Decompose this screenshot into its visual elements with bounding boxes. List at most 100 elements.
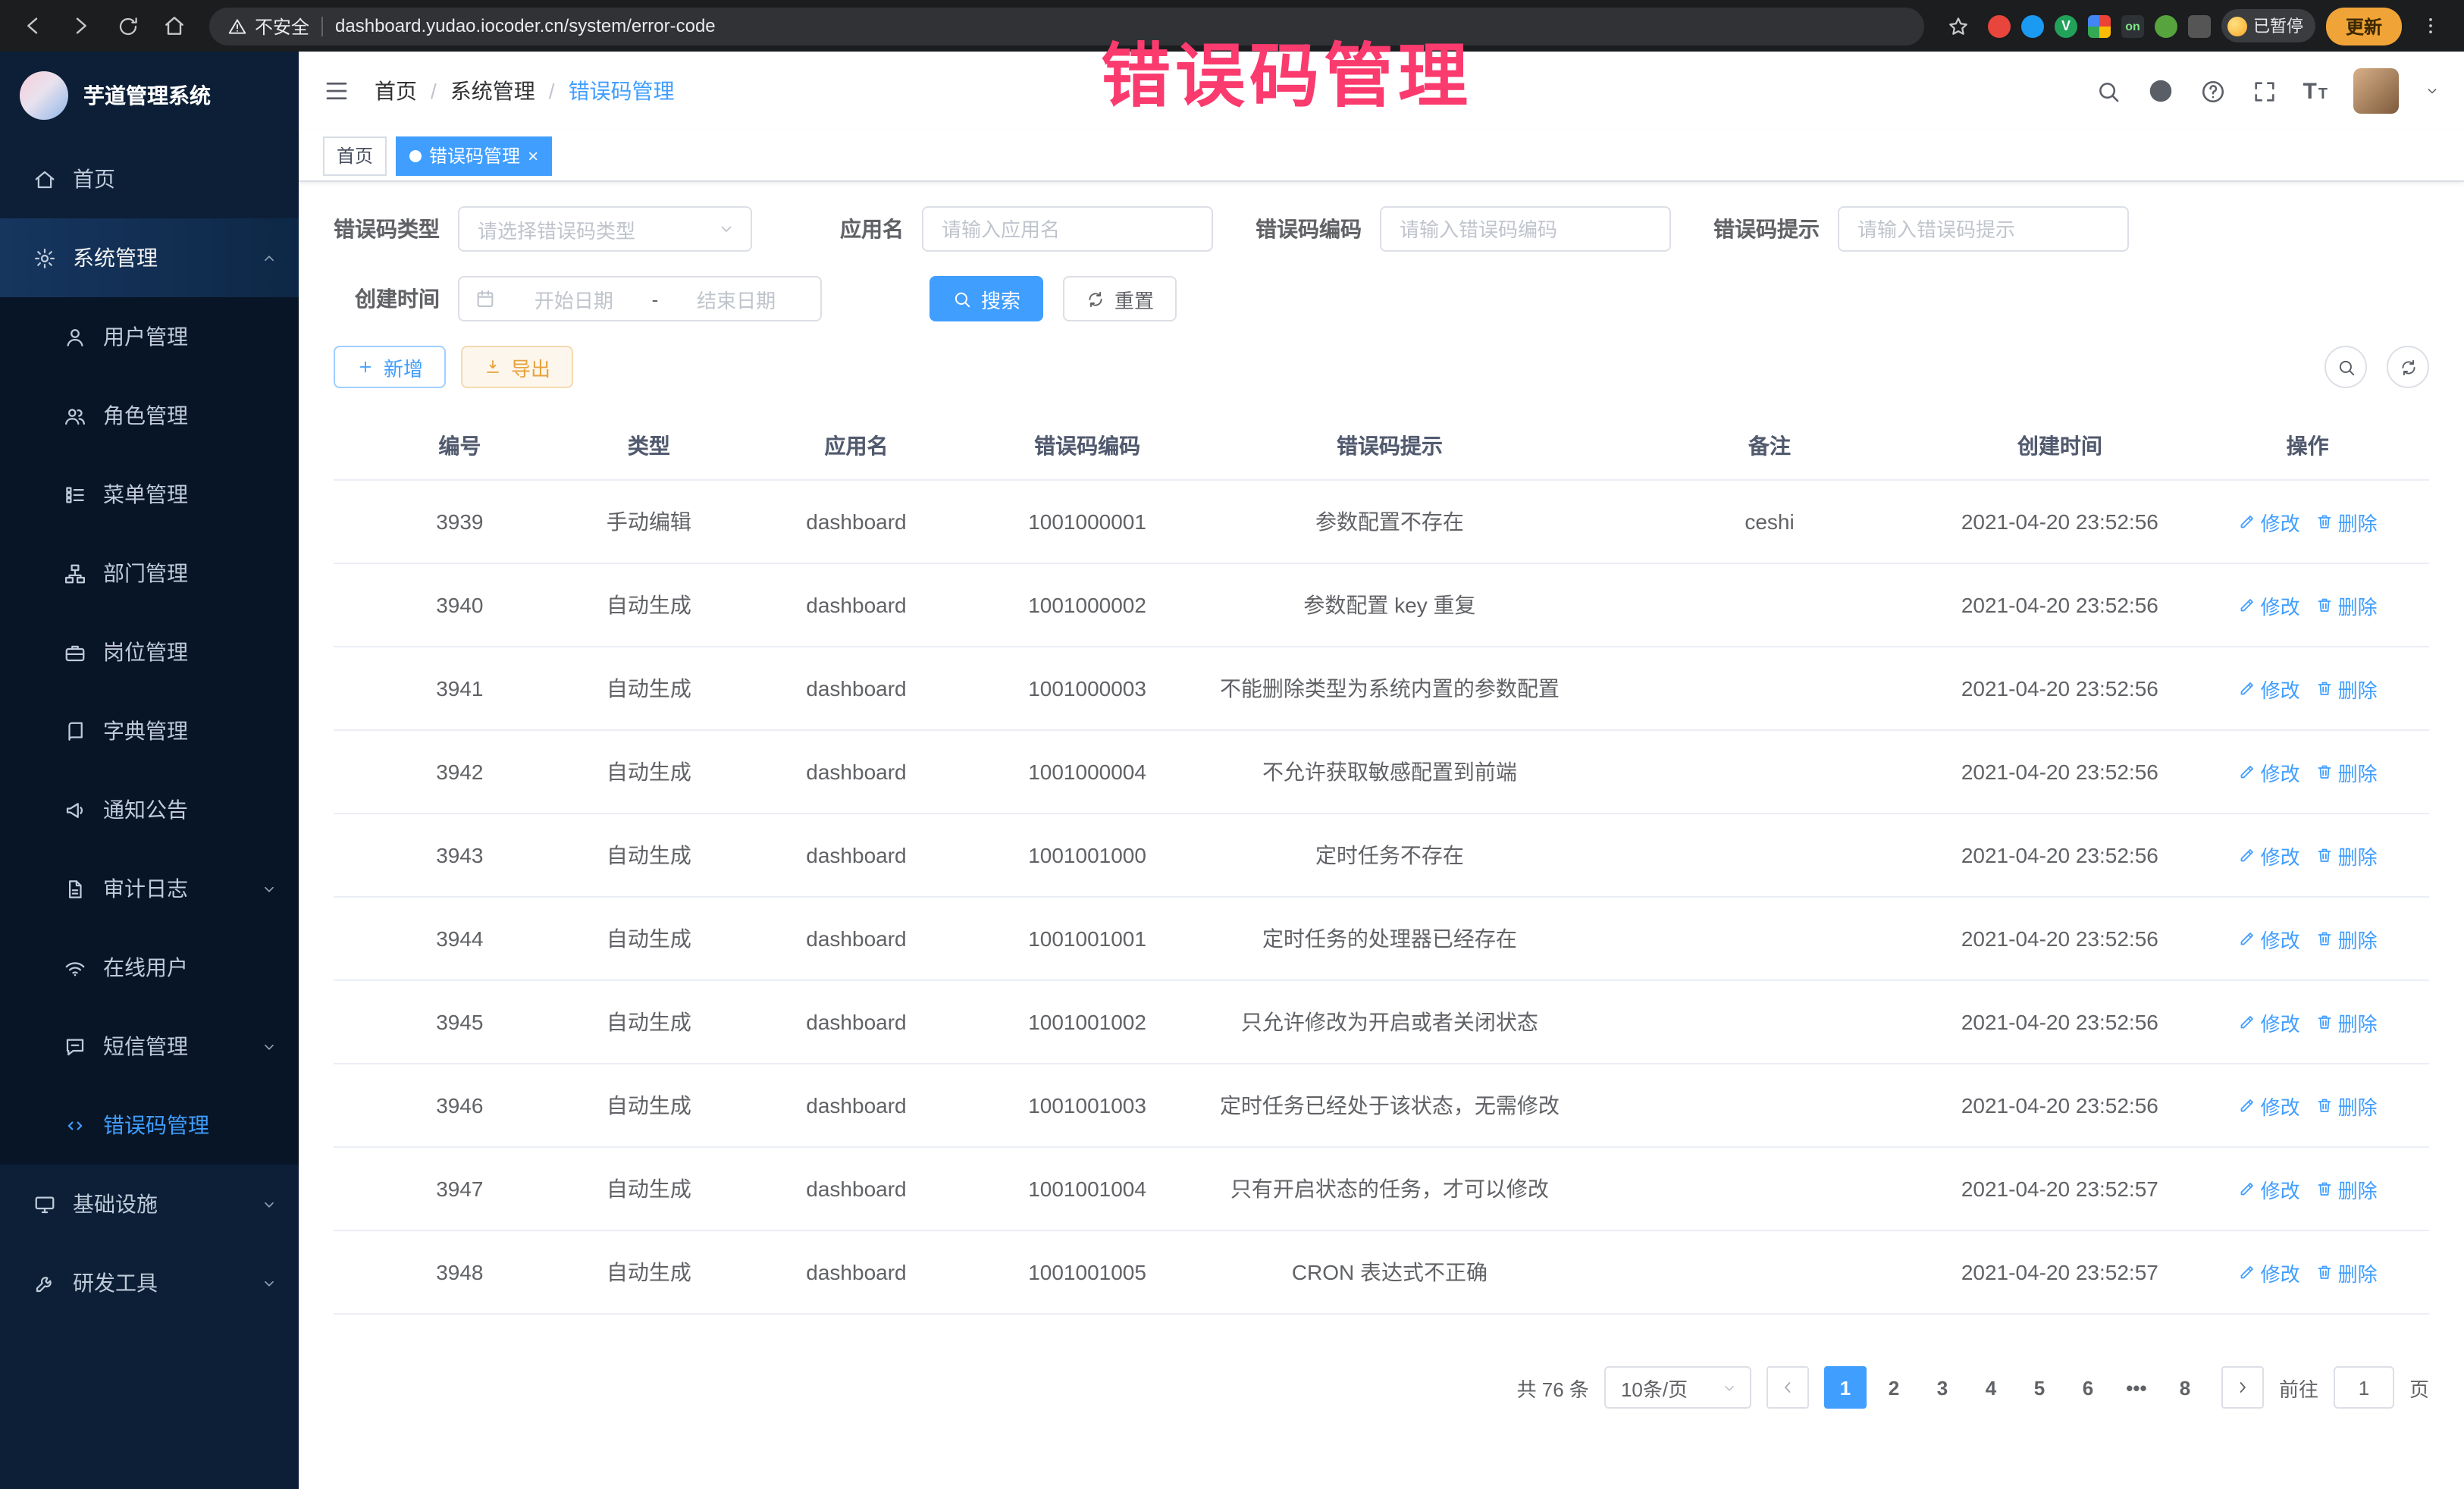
page-button-2[interactable]: 2	[1873, 1366, 1915, 1409]
error-msg-input[interactable]	[1838, 206, 2129, 252]
sidebar-item-briefcase[interactable]: 岗位管理	[0, 613, 299, 691]
edit-link[interactable]: 修改	[2238, 591, 2300, 619]
prev-page-button[interactable]	[1766, 1366, 1809, 1409]
tab-close-icon[interactable]: ×	[528, 146, 538, 165]
page-button-1[interactable]: 1	[1824, 1366, 1867, 1409]
page-button-4[interactable]: 4	[1970, 1366, 2012, 1409]
app-name-input[interactable]	[922, 206, 1213, 252]
sidebar-item-menu[interactable]: 菜单管理	[0, 455, 299, 534]
delete-link[interactable]: 删除	[2315, 1008, 2378, 1036]
cell-code: 1001001001	[1001, 897, 1174, 980]
extension-v-icon[interactable]: V	[2055, 14, 2077, 37]
page-button-3[interactable]: 3	[1921, 1366, 1964, 1409]
edit-link[interactable]: 修改	[2238, 674, 2300, 703]
help-icon[interactable]	[2199, 78, 2225, 104]
date-range-picker[interactable]: 开始日期 - 结束日期	[458, 276, 822, 321]
page-size-select[interactable]: 10条/页	[1604, 1366, 1751, 1409]
next-page-button[interactable]	[2221, 1366, 2264, 1409]
sidebar-item-book[interactable]: 字典管理	[0, 691, 299, 770]
edit-link[interactable]: 修改	[2238, 1091, 2300, 1120]
page-button-8[interactable]: 8	[2164, 1366, 2206, 1409]
delete-link[interactable]: 删除	[2315, 507, 2378, 536]
edit-link[interactable]: 修改	[2238, 1258, 2300, 1287]
delete-link[interactable]: 删除	[2315, 924, 2378, 953]
add-button[interactable]: 新增	[334, 346, 446, 388]
cell-type: 手动编辑	[586, 480, 712, 563]
edit-link[interactable]: 修改	[2238, 1174, 2300, 1203]
sidebar-item-online[interactable]: 在线用户	[0, 928, 299, 1007]
extension-on-icon[interactable]: on	[2121, 14, 2144, 37]
sidebar-item-announcement[interactable]: 通知公告	[0, 770, 299, 849]
sidebar-item-users[interactable]: 角色管理	[0, 376, 299, 455]
browser-back-icon[interactable]	[15, 8, 52, 44]
sidebar-item-code[interactable]: 错误码管理	[0, 1086, 299, 1165]
bookmark-star-icon[interactable]	[1941, 8, 1977, 44]
sidebar-item-sms[interactable]: 短信管理	[0, 1007, 299, 1086]
extension-red-icon[interactable]	[1988, 14, 2011, 37]
goto-page-input[interactable]	[2334, 1366, 2394, 1409]
breadcrumb-item-0[interactable]: 首页	[375, 76, 417, 106]
main-area: 首页/系统管理/错误码管理 首页错误码管理× 错误码类型	[299, 52, 2464, 1489]
edit-link[interactable]: 修改	[2238, 841, 2300, 870]
sidebar-item-gear[interactable]: 系统管理	[0, 218, 299, 297]
reset-button[interactable]: 重置	[1063, 276, 1177, 321]
pager-more[interactable]: •••	[2115, 1366, 2158, 1409]
sidebar-item-log[interactable]: 审计日志	[0, 849, 299, 928]
app-logo[interactable]: 芋道管理系统	[0, 52, 299, 139]
export-button-label: 导出	[511, 353, 550, 381]
profile-paused-badge[interactable]: 已暂停	[2221, 9, 2315, 42]
delete-link[interactable]: 删除	[2315, 841, 2378, 870]
fullscreen-icon[interactable]	[2251, 78, 2277, 104]
browser-menu-icon[interactable]	[2412, 8, 2449, 44]
calendar-icon	[475, 288, 496, 309]
extension-leaf-icon[interactable]	[2155, 14, 2177, 37]
extension-grid-icon[interactable]	[2088, 14, 2111, 37]
page-button-6[interactable]: 6	[2067, 1366, 2109, 1409]
address-bar[interactable]: 不安全 dashboard.yudao.iocoder.cn/system/er…	[209, 7, 1924, 45]
extension-puzzle-icon[interactable]	[2188, 14, 2211, 37]
page-button-5[interactable]: 5	[2018, 1366, 2061, 1409]
hamburger-icon[interactable]	[323, 77, 350, 105]
avatar-caret-icon[interactable]	[2425, 83, 2440, 99]
browser-home-icon[interactable]	[156, 8, 193, 44]
toggle-search-button[interactable]	[2324, 346, 2367, 388]
edit-link[interactable]: 修改	[2238, 757, 2300, 786]
cell-app: dashboard	[712, 480, 1001, 563]
refresh-table-button[interactable]	[2387, 346, 2429, 388]
sidebar-item-user[interactable]: 用户管理	[0, 297, 299, 376]
sidebar-nav: 首页系统管理用户管理角色管理菜单管理部门管理岗位管理字典管理通知公告审计日志在线…	[0, 139, 299, 1322]
export-button[interactable]: 导出	[461, 346, 573, 388]
sidebar-item-label: 审计日志	[103, 873, 188, 904]
sidebar-item-home[interactable]: 首页	[0, 139, 299, 218]
breadcrumb-item-1[interactable]: 系统管理	[450, 76, 535, 106]
cell-msg: 定时任务的处理器已经存在	[1174, 897, 1605, 980]
browser-reload-icon[interactable]	[109, 8, 146, 44]
edit-link[interactable]: 修改	[2238, 507, 2300, 536]
delete-link[interactable]: 删除	[2315, 591, 2378, 619]
delete-link[interactable]: 删除	[2315, 1091, 2378, 1120]
extension-blue-icon[interactable]	[2021, 14, 2044, 37]
delete-link[interactable]: 删除	[2315, 757, 2378, 786]
search-button[interactable]: 搜索	[929, 276, 1043, 321]
sidebar-item-tools[interactable]: 研发工具	[0, 1243, 299, 1322]
browser-forward-icon[interactable]	[62, 8, 99, 44]
tab-0[interactable]: 首页	[323, 136, 387, 175]
error-code-input[interactable]	[1380, 206, 1671, 252]
error-type-select[interactable]: 请选择错误码类型	[458, 206, 752, 252]
security-chip[interactable]: 不安全	[227, 13, 309, 39]
github-icon[interactable]	[2146, 77, 2174, 105]
edit-link[interactable]: 修改	[2238, 1008, 2300, 1036]
delete-link[interactable]: 删除	[2315, 1258, 2378, 1287]
delete-link[interactable]: 删除	[2315, 674, 2378, 703]
font-size-icon[interactable]	[2303, 78, 2328, 104]
trash-icon	[2315, 929, 2334, 948]
sidebar-item-org[interactable]: 部门管理	[0, 534, 299, 613]
browser-update-button[interactable]: 更新	[2326, 7, 2402, 45]
tab-1[interactable]: 错误码管理×	[396, 136, 552, 175]
sidebar-item-infra[interactable]: 基础设施	[0, 1165, 299, 1243]
cell-type: 自动生成	[586, 730, 712, 813]
user-avatar[interactable]	[2353, 68, 2399, 114]
edit-link[interactable]: 修改	[2238, 924, 2300, 953]
header-search-icon[interactable]	[2095, 78, 2121, 104]
delete-link[interactable]: 删除	[2315, 1174, 2378, 1203]
